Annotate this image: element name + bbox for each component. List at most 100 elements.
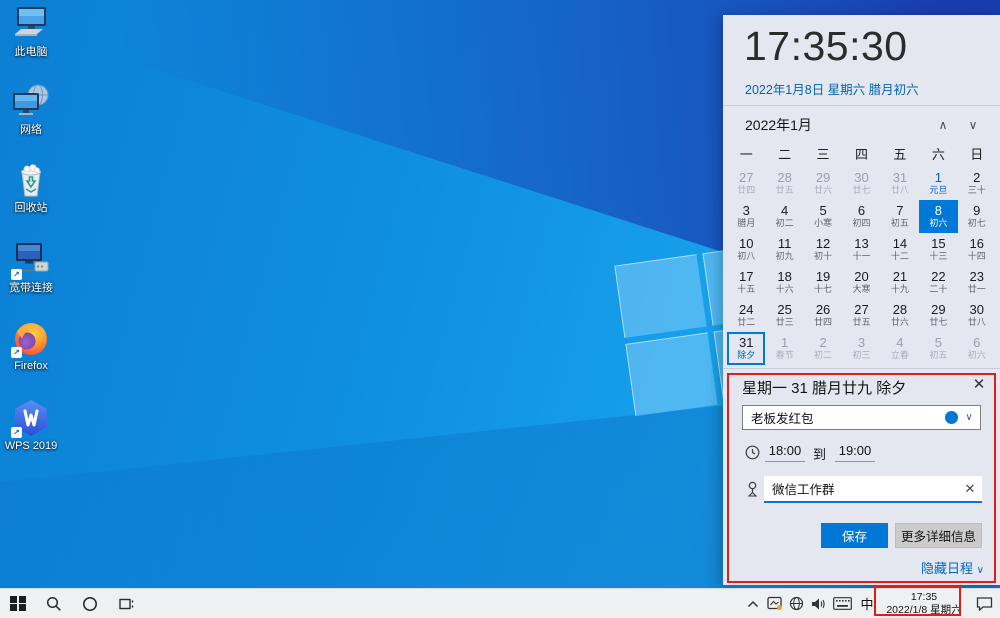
flyout-date-link[interactable]: 2022年1月8日 星期六 腊月初六 (745, 79, 919, 98)
calendar-day[interactable]: 3腊月 (727, 200, 765, 233)
divider (723, 368, 1000, 369)
hide-agenda-link[interactable]: 隐藏日程 ∨ (921, 558, 984, 577)
clear-location-icon[interactable]: ✕ (958, 481, 982, 497)
calendar-day[interactable]: 31廿八 (881, 167, 919, 200)
chevron-down-icon: ∨ (977, 565, 984, 576)
calendar-day[interactable]: 15十三 (919, 233, 957, 266)
taskbar: 中 17:35 2022/1/8 星期六 (0, 588, 1000, 618)
volume-icon[interactable] (810, 593, 827, 615)
calendar-day[interactable]: 24廿二 (727, 299, 765, 332)
calendar-day[interactable]: 4立春 (881, 332, 919, 365)
event-location-field-wrap: ✕ (764, 476, 982, 503)
news-interests-icon[interactable] (766, 593, 783, 615)
calendar-day[interactable]: 28廿六 (881, 299, 919, 332)
calendar-day[interactable]: 14十二 (881, 233, 919, 266)
calendar-day[interactable]: 9初七 (958, 200, 996, 233)
action-center-icon (976, 596, 993, 611)
calendar-day[interactable]: 26廿四 (804, 299, 842, 332)
calendar-month-label[interactable]: 2022年1月 (745, 115, 928, 135)
event-location-row: ✕ (723, 476, 1000, 504)
event-start-time[interactable]: 18:00 (765, 443, 805, 462)
calendar-day[interactable]: 23廿一 (958, 266, 996, 299)
more-details-button[interactable]: 更多详细信息 (895, 523, 982, 548)
action-center-button[interactable] (972, 593, 996, 615)
event-location-input[interactable] (764, 482, 958, 496)
calendar-day[interactable]: 10初八 (727, 233, 765, 266)
shortcut-arrow-badge: ↗ (11, 427, 22, 438)
task-view-button[interactable] (108, 589, 144, 618)
desktop-icon-label: Firefox (2, 360, 60, 372)
calendar-day[interactable]: 8初六 (919, 200, 957, 233)
calendar-weekdays: 一二三四五六日 (727, 145, 996, 165)
ime-indicator[interactable]: 中 (858, 594, 876, 613)
calendar-day[interactable]: 12初十 (804, 233, 842, 266)
calendar-day[interactable]: 30廿七 (842, 167, 880, 200)
desktop-icon-this-pc[interactable]: 此电脑 (2, 4, 60, 58)
task-view-icon (118, 596, 135, 612)
this-pc-icon (11, 4, 51, 44)
calendar-day[interactable]: 29廿六 (804, 167, 842, 200)
calendar-day[interactable]: 20大寒 (842, 266, 880, 299)
event-to-label: 到 (813, 444, 826, 463)
calendar-next-month-chevron-down-icon[interactable]: ∨ (958, 118, 988, 132)
calendar-day[interactable]: 13十一 (842, 233, 880, 266)
calendar-day[interactable]: 27廿五 (842, 299, 880, 332)
event-end-time[interactable]: 19:00 (835, 443, 875, 462)
desktop-icon-label: 网络 (2, 124, 60, 136)
calendar-day[interactable]: 18十六 (765, 266, 803, 299)
calendar-day[interactable]: 19十七 (804, 266, 842, 299)
weekday-label: 四 (842, 145, 880, 165)
calendar-day[interactable]: 17十五 (727, 266, 765, 299)
taskbar-clock[interactable]: 17:35 2022/1/8 星期六 (881, 591, 967, 617)
calendar-day[interactable]: 5初五 (919, 332, 957, 365)
calendar-day[interactable]: 4初二 (765, 200, 803, 233)
firefox-icon: ↗ (11, 318, 51, 358)
calendar-day[interactable]: 28廿五 (765, 167, 803, 200)
wps-2019-icon: ↗ (11, 398, 51, 438)
search-icon (46, 596, 62, 612)
desktop-icon-broadband[interactable]: ↗ 宽带连接 (2, 240, 60, 294)
calendar-day[interactable]: 27廿四 (727, 167, 765, 200)
event-name-input[interactable] (743, 411, 945, 425)
weekday-label: 六 (919, 145, 957, 165)
calendar-day[interactable]: 1元旦 (919, 167, 957, 200)
weekday-label: 五 (881, 145, 919, 165)
save-button[interactable]: 保存 (821, 523, 888, 548)
search-button[interactable] (36, 589, 72, 618)
network-globe-icon[interactable] (788, 593, 805, 615)
desktop-icon-label: WPS 2019 (2, 440, 60, 452)
calendar-day[interactable]: 7初五 (881, 200, 919, 233)
desktop-icon-wps[interactable]: ↗ WPS 2019 (2, 398, 60, 452)
calendar-day[interactable]: 3初三 (842, 332, 880, 365)
cortana-icon (82, 596, 98, 612)
calendar-day[interactable]: 5小寒 (804, 200, 842, 233)
calendar-day[interactable]: 30廿八 (958, 299, 996, 332)
calendar-day[interactable]: 6初六 (958, 332, 996, 365)
event-color-dot-icon (945, 411, 958, 424)
calendar-day[interactable]: 16十四 (958, 233, 996, 266)
desktop-icon-firefox[interactable]: ↗ Firefox (2, 318, 60, 372)
weekday-label: 日 (958, 145, 996, 165)
event-color-chevron-down-icon[interactable]: ∨ (958, 412, 980, 423)
calendar-day[interactable]: 29廿七 (919, 299, 957, 332)
start-button[interactable] (0, 589, 36, 618)
calendar-day[interactable]: 22二十 (919, 266, 957, 299)
close-icon[interactable]: ✕ (970, 375, 988, 393)
calendar-day[interactable]: 21十九 (881, 266, 919, 299)
calendar-day[interactable]: 1春节 (765, 332, 803, 365)
calendar-day[interactable]: 31除夕 (727, 332, 765, 365)
calendar-day[interactable]: 25廿三 (765, 299, 803, 332)
desktop-icon-network[interactable]: 网络 (2, 82, 60, 136)
show-hidden-icons-chevron[interactable] (744, 593, 761, 615)
weekday-label: 一 (727, 145, 765, 165)
touch-keyboard-icon[interactable] (832, 593, 853, 615)
desktop-icon-recycle-bin[interactable]: 回收站 (2, 160, 60, 214)
cortana-button[interactable] (72, 589, 108, 618)
calendar-day[interactable]: 2三十 (958, 167, 996, 200)
network-icon (11, 82, 51, 122)
calendar-grid: 27廿四28廿五29廿六30廿七31廿八1元旦2三十 3腊月4初二5小寒6初四7初… (727, 167, 996, 365)
calendar-day[interactable]: 6初四 (842, 200, 880, 233)
calendar-day[interactable]: 11初九 (765, 233, 803, 266)
calendar-prev-month-chevron-up-icon[interactable]: ∧ (928, 118, 958, 132)
calendar-day[interactable]: 2初二 (804, 332, 842, 365)
